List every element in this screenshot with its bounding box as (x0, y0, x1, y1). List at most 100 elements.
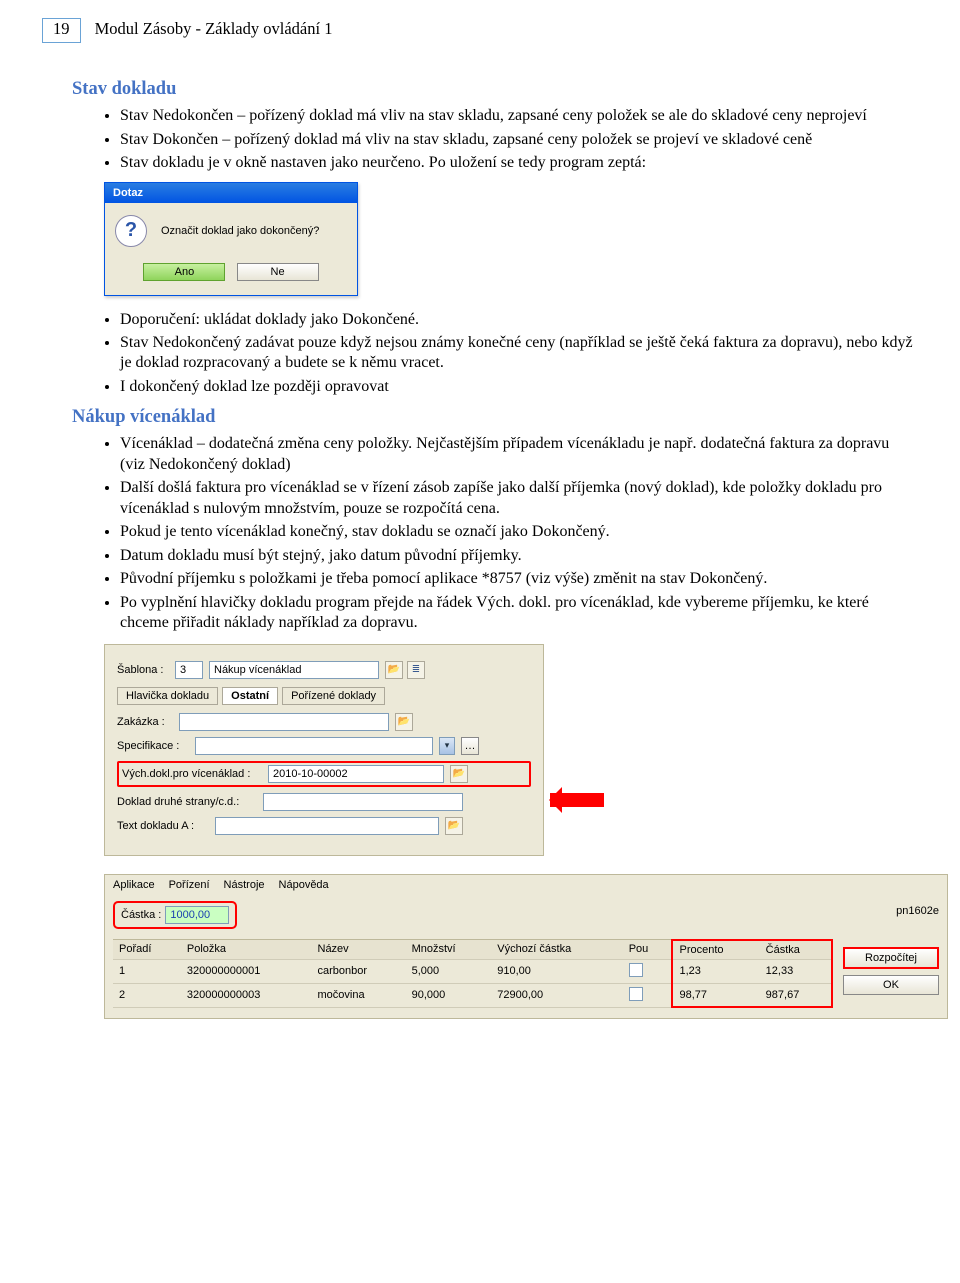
cell-poradi: 2 (113, 983, 181, 1007)
cell-poradi: 1 (113, 959, 181, 983)
page-header: 19 Modul Zásoby - Základy ovládání 1 (42, 18, 918, 43)
tab-ostatni[interactable]: Ostatní (222, 687, 278, 705)
page-number-box: 19 (42, 18, 81, 43)
open-icon[interactable]: 📂 (450, 765, 468, 783)
dialog-buttons: Ano Ne (115, 263, 347, 285)
tab-hlavicka[interactable]: Hlavička dokladu (117, 687, 218, 705)
checkbox[interactable] (629, 987, 643, 1001)
cell-procento: 1,23 (672, 959, 759, 983)
bullet: Stav Dokončen – pořízený doklad má vliv … (120, 130, 918, 150)
dialog-message-row: ? Označit doklad jako dokončený? (115, 215, 347, 247)
chevron-down-icon[interactable]: ▾ (439, 737, 455, 755)
col-castka: Částka (760, 940, 832, 960)
specifikace-row: Specifikace : ▾ … (117, 737, 531, 755)
dialog-body: ? Označit doklad jako dokončený? Ano Ne (105, 203, 357, 295)
zakazka-row: Zakázka : 📂 (117, 713, 531, 731)
menu-nastroje[interactable]: Nástroje (224, 879, 265, 891)
cell-castka: 987,67 (760, 983, 832, 1007)
bullet: Stav dokladu je v okně nastaven jako neu… (120, 153, 918, 173)
grid-screenshot: Aplikace Pořízení Nástroje Nápověda Část… (104, 874, 948, 1020)
menu-napoveda[interactable]: Nápověda (279, 879, 329, 891)
doklad-druhe-label: Doklad druhé strany/c.d.: (117, 796, 257, 808)
question-icon: ? (115, 215, 147, 247)
vychozi-input[interactable] (268, 765, 444, 783)
specifikace-input[interactable] (195, 737, 433, 755)
cell-nazev: močovina (312, 983, 406, 1007)
menu-bar: Aplikace Pořízení Nástroje Nápověda (105, 875, 947, 895)
cell-polozka: 320000000003 (181, 983, 312, 1007)
list-icon[interactable]: ≣ (407, 661, 425, 679)
text-dokladu-row: Text dokladu A : 📂 (117, 817, 531, 835)
highlight-arrow (550, 793, 604, 807)
col-pou: Pou (623, 940, 673, 960)
bullet: Stav Nedokončený zadávat pouze když nejs… (120, 333, 918, 374)
arrow-left-icon (550, 793, 604, 807)
cell-nazev: carbonbor (312, 959, 406, 983)
text-dokladu-input[interactable] (215, 817, 439, 835)
vychozi-dokl-row-highlight: Vých.dokl.pro vícenáklad : 📂 (117, 761, 531, 787)
castka-label: Částka : (121, 909, 161, 921)
cell-procento: 98,77 (672, 983, 759, 1007)
castka-input[interactable] (165, 906, 229, 924)
tabs: Hlavička dokladu Ostatní Pořízené doklad… (117, 687, 531, 705)
vychozi-label: Vých.dokl.pro vícenáklad : (122, 768, 262, 780)
items-table: Pořadí Položka Název Množství Výchozí čá… (113, 939, 833, 1009)
cell-mnozstvi: 90,000 (406, 983, 492, 1007)
sablona-name-input[interactable] (209, 661, 379, 679)
col-vychozi: Výchozí částka (491, 940, 622, 960)
doklad-druhe-input[interactable] (263, 793, 463, 811)
rozpocitej-button[interactable]: Rozpočítej (843, 947, 939, 969)
bullet: Původní příjemku s položkami je třeba po… (120, 569, 918, 589)
bullet: Po vyplnění hlavičky dokladu program pře… (120, 593, 918, 634)
col-procento: Procento (672, 940, 759, 960)
menu-aplikace[interactable]: Aplikace (113, 879, 155, 891)
grid-right: pn1602e Rozpočítej OK (843, 901, 939, 1001)
stav-dokladu-bullets-b: Doporučení: ukládat doklady jako Dokonče… (42, 310, 918, 398)
menu-porizeni[interactable]: Pořízení (169, 879, 210, 891)
cell-vychozi: 72900,00 (491, 983, 622, 1007)
yes-button[interactable]: Ano (143, 263, 225, 281)
bullet: Pokud je tento vícenáklad konečný, stav … (120, 522, 918, 542)
dialog-title: Dotaz (105, 183, 357, 203)
cell-pou (623, 983, 673, 1007)
bullet: Datum dokladu musí být stejný, jako datu… (120, 546, 918, 566)
cell-polozka: 320000000001 (181, 959, 312, 983)
confirm-dialog: Dotaz ? Označit doklad jako dokončený? A… (104, 182, 358, 296)
grid-left: Částka : Pořadí Položka Název Množství V… (113, 901, 833, 1009)
table-row[interactable]: 2 320000000003 močovina 90,000 72900,00 … (113, 983, 832, 1007)
text-dokladu-label: Text dokladu A : (117, 820, 209, 832)
bullet: Vícenáklad – dodatečná změna ceny položk… (120, 434, 918, 475)
sablona-row: Šablona : 📂 ≣ (117, 661, 531, 679)
zakazka-label: Zakázka : (117, 716, 173, 728)
no-button[interactable]: Ne (237, 263, 319, 281)
bullet: Doporučení: ukládat doklady jako Dokonče… (120, 310, 918, 330)
nakup-bullets: Vícenáklad – dodatečná změna ceny položk… (42, 434, 918, 633)
tab-porizene[interactable]: Pořízené doklady (282, 687, 385, 705)
open-icon[interactable]: 📂 (385, 661, 403, 679)
table-row[interactable]: 1 320000000001 carbonbor 5,000 910,00 1,… (113, 959, 832, 983)
sablona-value-input[interactable] (175, 661, 203, 679)
cell-castka: 12,33 (760, 959, 832, 983)
open-icon[interactable]: 📂 (395, 713, 413, 731)
cell-vychozi: 910,00 (491, 959, 622, 983)
col-poradi: Pořadí (113, 940, 181, 960)
ellipsis-button[interactable]: … (461, 737, 479, 755)
col-mnozstvi: Množství (406, 940, 492, 960)
doc-title: Modul Zásoby - Základy ovládání 1 (95, 19, 333, 38)
bullet: I dokončený doklad lze později opravovat (120, 377, 918, 397)
sablona-tools: 📂 ≣ (385, 661, 425, 679)
sablona-label: Šablona : (117, 664, 169, 676)
form-screenshot: Šablona : 📂 ≣ Hlavička dokladu Ostatní P… (104, 644, 604, 856)
specifikace-label: Specifikace : (117, 740, 189, 752)
zakazka-input[interactable] (179, 713, 389, 731)
page: 19 Modul Zásoby - Základy ovládání 1 Sta… (0, 0, 960, 1071)
bullet: Další došlá faktura pro vícenáklad se v … (120, 478, 918, 519)
doklad-druhe-row: Doklad druhé strany/c.d.: (117, 793, 531, 811)
bullet: Stav Nedokončen – pořízený doklad má vli… (120, 106, 918, 126)
open-icon[interactable]: 📂 (445, 817, 463, 835)
ok-button[interactable]: OK (843, 975, 939, 995)
page-number: 19 (53, 19, 70, 38)
stav-dokladu-bullets-a: Stav Nedokončen – pořízený doklad má vli… (42, 106, 918, 173)
checkbox[interactable] (629, 963, 643, 977)
panel-code: pn1602e (843, 905, 939, 917)
